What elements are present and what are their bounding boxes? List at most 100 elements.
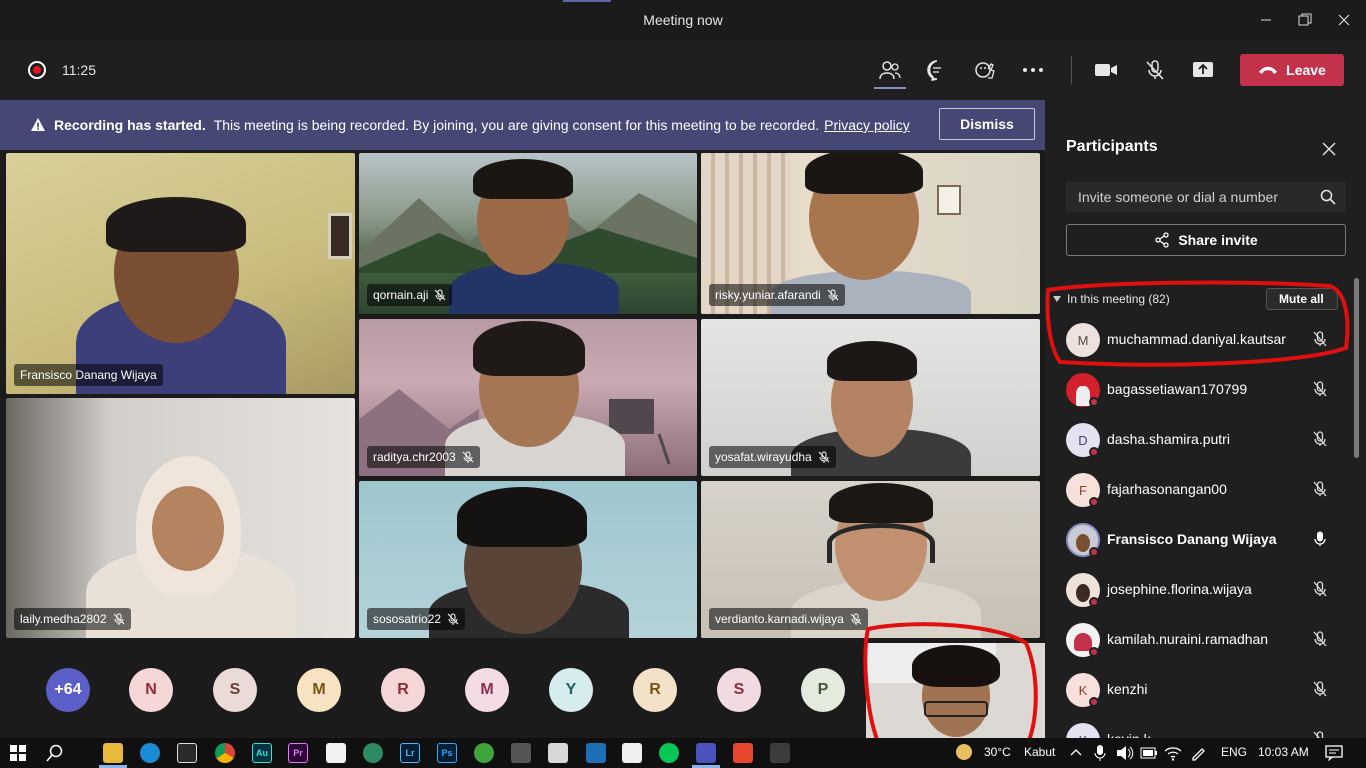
chrome-icon[interactable] (215, 743, 235, 763)
privacy-policy-link[interactable]: Privacy policy (824, 117, 910, 133)
participant-hair (829, 483, 933, 523)
weather-condition[interactable]: Kabut (1024, 745, 1055, 759)
participant-avatar[interactable]: S (717, 668, 761, 712)
participant-avatar[interactable]: S (213, 668, 257, 712)
leave-button[interactable]: Leave (1240, 54, 1344, 86)
participant-avatar[interactable]: N (129, 668, 173, 712)
pen-icon[interactable] (1190, 745, 1206, 761)
dismiss-button[interactable]: Dismiss (939, 108, 1035, 140)
search-icon[interactable] (46, 744, 64, 762)
participant-avatar[interactable]: M (297, 668, 341, 712)
mail-icon[interactable] (586, 743, 606, 763)
invite-field[interactable] (1066, 182, 1346, 212)
participant-row[interactable]: Fransisco Danang Wijaya (1045, 515, 1351, 565)
share-content-button[interactable] (1187, 56, 1219, 84)
participant-list-scrollbar[interactable] (1354, 278, 1359, 458)
photoshop-icon[interactable]: Ps (437, 743, 457, 763)
invite-input[interactable] (1066, 182, 1346, 212)
close-panel-icon[interactable] (1320, 140, 1338, 158)
utorrent-icon[interactable] (474, 743, 494, 763)
premiere-icon[interactable]: Pr (288, 743, 308, 763)
battery-icon[interactable] (1140, 747, 1158, 759)
store-icon[interactable] (177, 743, 197, 763)
pdf-icon[interactable] (733, 743, 753, 763)
participant-avatar[interactable]: R (381, 668, 425, 712)
windows-start-icon[interactable] (10, 745, 26, 761)
participant-avatar[interactable]: Y (549, 668, 593, 712)
in-meeting-section-toggle[interactable]: In this meeting (82) (1053, 292, 1170, 306)
participant-avatar[interactable]: R (633, 668, 677, 712)
lightroom-icon[interactable]: Lr (400, 743, 420, 763)
participant-row[interactable]: K kevin.k (1045, 715, 1351, 740)
tile-name: verdianto.karnadi.wijaya (715, 612, 844, 626)
video-tile[interactable]: raditya.chr2003 (359, 319, 697, 476)
reactions-button[interactable] (969, 56, 1001, 84)
edge-icon[interactable] (140, 743, 160, 763)
weather-temperature[interactable]: 30°C (984, 745, 1011, 759)
maximize-button[interactable] (1287, 8, 1323, 32)
weather-icon[interactable] (956, 744, 972, 760)
mic-on-icon[interactable] (1311, 530, 1329, 548)
video-tile[interactable]: laily.medha2802 (6, 398, 355, 638)
video-tile[interactable]: verdianto.karnadi.wijaya (701, 481, 1040, 638)
microphone-icon[interactable] (1094, 745, 1106, 761)
video-tile[interactable]: yosafat.wirayudha (701, 319, 1040, 476)
wifi-icon[interactable] (1164, 745, 1182, 761)
more-actions-button[interactable] (1017, 56, 1049, 84)
notification-icon[interactable] (1325, 745, 1343, 761)
share-invite-button[interactable]: Share invite (1066, 224, 1346, 256)
section-label: In this meeting (82) (1067, 292, 1170, 306)
camera-button[interactable] (1090, 56, 1122, 84)
mic-off-icon[interactable] (1311, 380, 1329, 398)
app-icon[interactable] (770, 743, 790, 763)
participant-row[interactable]: josephine.florina.wijaya (1045, 565, 1351, 615)
app-icon[interactable] (622, 743, 642, 763)
participant-row[interactable]: D dasha.shamira.putri (1045, 415, 1351, 465)
mic-off-icon[interactable] (1311, 330, 1329, 348)
audition-icon[interactable]: Au (252, 743, 272, 763)
notes-icon[interactable] (326, 743, 346, 763)
app-icon[interactable] (363, 743, 383, 763)
mic-off-icon (827, 289, 839, 301)
mic-off-icon[interactable] (1311, 480, 1329, 498)
participant-row[interactable]: kamilah.nuraini.ramadhan (1045, 615, 1351, 665)
participant-row[interactable]: M muchammad.daniyal.kautsar (1045, 315, 1351, 365)
mic-off-icon[interactable] (1311, 430, 1329, 448)
search-icon[interactable] (1320, 189, 1336, 205)
volume-icon[interactable] (1116, 745, 1134, 761)
participant-row[interactable]: bagassetiawan170799 (1045, 365, 1351, 415)
close-window-button[interactable] (1326, 8, 1362, 32)
mic-button[interactable] (1139, 56, 1171, 84)
line-icon[interactable] (659, 743, 679, 763)
minimize-button[interactable] (1248, 8, 1284, 32)
printer-icon[interactable] (548, 743, 568, 763)
show-participants-button[interactable] (874, 56, 906, 84)
mic-off-icon[interactable] (1311, 630, 1329, 648)
participant-avatar[interactable]: P (801, 668, 845, 712)
participant-hair (473, 321, 585, 376)
input-language[interactable]: ENG (1221, 745, 1247, 759)
video-tile[interactable]: risky.yuniar.afarandi (701, 153, 1040, 314)
video-tile[interactable]: qornain.aji (359, 153, 697, 314)
video-tile[interactable]: sososatrio22 (359, 481, 697, 638)
mic-off-icon (113, 613, 124, 625)
calculator-icon[interactable] (511, 743, 531, 763)
clock[interactable]: 10:03 AM (1258, 745, 1309, 759)
chevron-up-icon[interactable] (1070, 748, 1082, 756)
participant-row[interactable]: K kenzhi (1045, 665, 1351, 715)
more-participants-button[interactable]: +64 (46, 668, 90, 712)
mute-all-button[interactable]: Mute all (1266, 288, 1338, 310)
self-video-preview[interactable] (866, 643, 1045, 738)
video-tile[interactable]: Fransisco Danang Wijaya (6, 153, 355, 394)
mic-off-icon[interactable] (1311, 680, 1329, 698)
tile-name-label: yosafat.wirayudha (709, 446, 836, 468)
participant-avatar[interactable]: M (465, 668, 509, 712)
teams-icon[interactable] (696, 743, 716, 763)
file-explorer-icon[interactable] (103, 743, 123, 763)
participant-row[interactable]: F fajarhasonangan00 (1045, 465, 1351, 515)
participant-name: bagassetiawan170799 (1107, 381, 1248, 397)
recording-banner: Recording has started. This meeting is b… (0, 100, 1045, 150)
tile-name-label: risky.yuniar.afarandi (709, 284, 845, 306)
mic-off-icon[interactable] (1311, 580, 1329, 598)
show-conversation-button[interactable] (921, 56, 953, 84)
